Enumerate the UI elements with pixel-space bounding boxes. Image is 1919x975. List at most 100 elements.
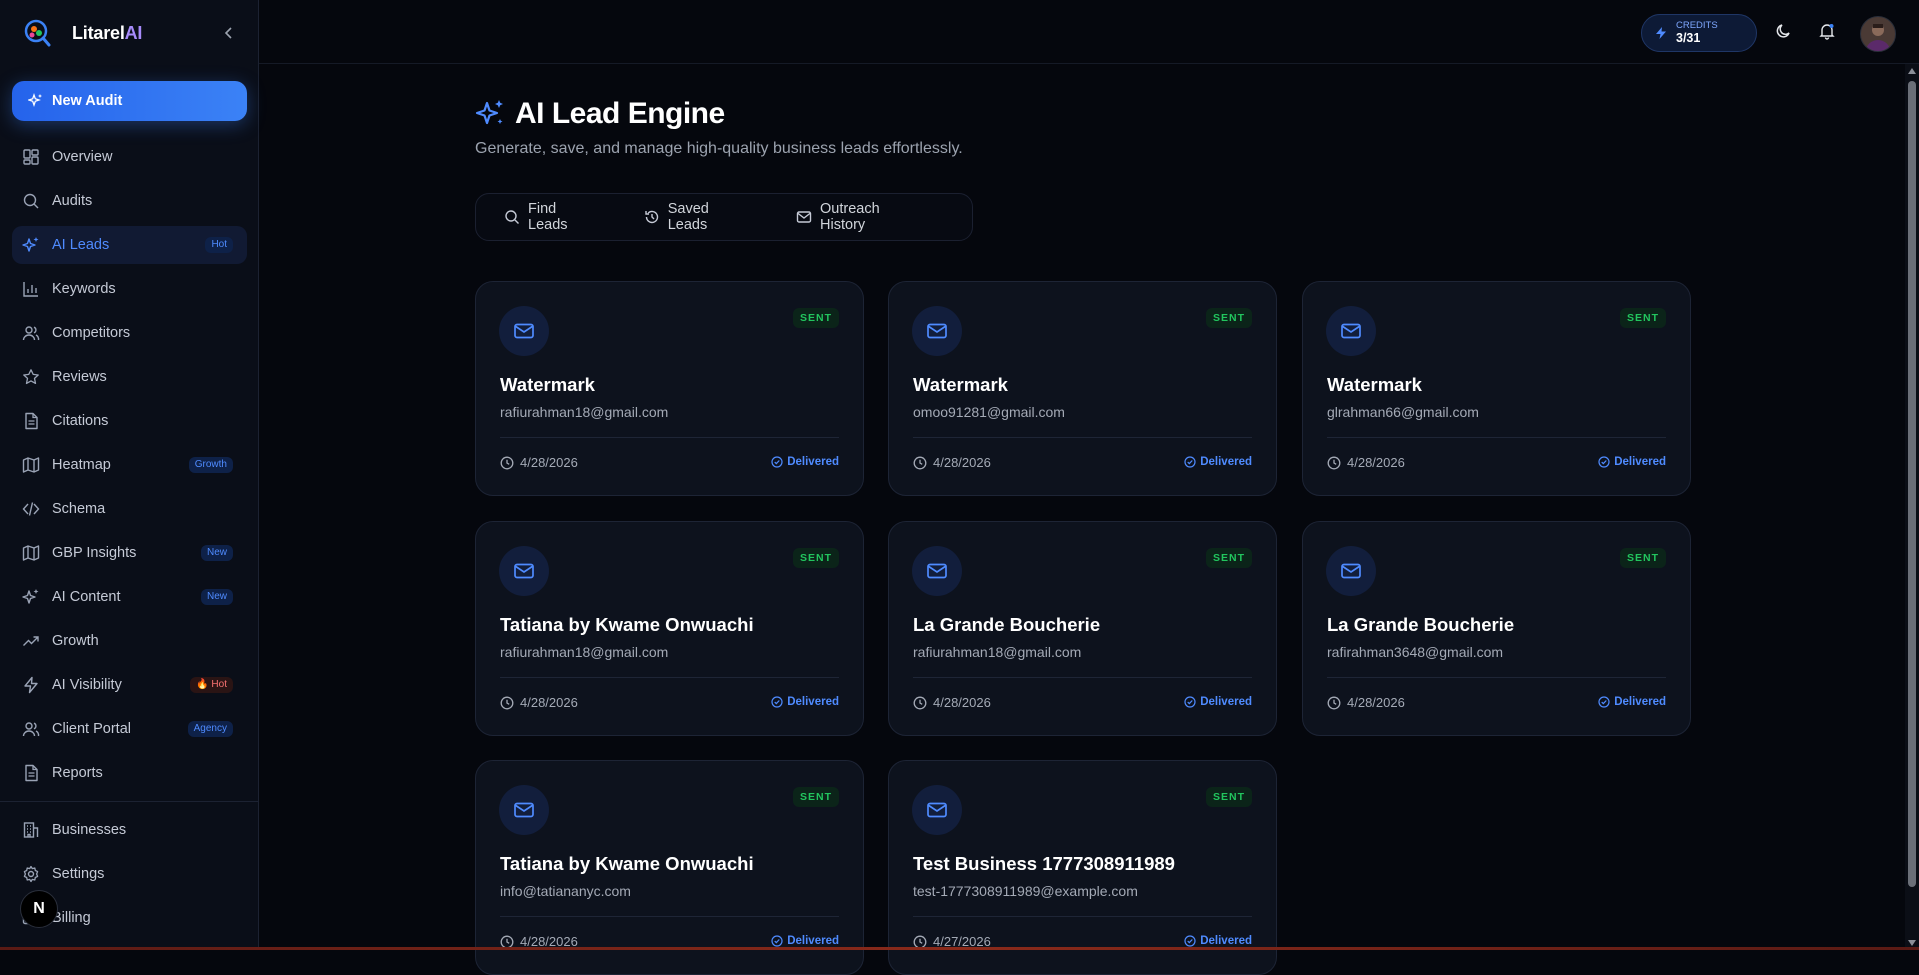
lead-card[interactable]: SENT Tatiana by Kwame Onwuachi info@tatian… [475, 760, 864, 975]
sidebar-item-ai-leads[interactable]: AI Leads Hot [12, 226, 247, 264]
lead-email: rafiurahman18@gmail.com [500, 644, 669, 660]
card-divider [913, 677, 1252, 678]
brand[interactable]: LitarelAI [22, 16, 142, 50]
sidebar-item-audits[interactable]: Audits [12, 182, 247, 220]
dev-tools-button[interactable]: N [20, 890, 58, 928]
scroll-down-arrow[interactable] [1908, 940, 1916, 946]
check-circle-icon [1598, 456, 1610, 468]
sidebar: LitarelAI New Audit Overview Audits AI Lea… [0, 0, 259, 950]
lead-name: Tatiana by Kwame Onwuachi [500, 853, 754, 874]
clock-icon [500, 696, 514, 710]
theme-toggle-button[interactable] [1775, 22, 1795, 42]
sidebar-item-client-portal[interactable]: Client Portal Agency [12, 710, 247, 748]
tab-find-leads[interactable]: Find Leads [504, 201, 598, 233]
credits-label: CREDITS [1676, 20, 1718, 31]
status-badge: SENT [1205, 548, 1252, 568]
star-icon [22, 368, 40, 386]
mail-icon [1326, 306, 1376, 356]
lead-email: rafiurahman18@gmail.com [913, 644, 1082, 660]
lead-name: Watermark [913, 374, 1008, 395]
lead-card[interactable]: SENT Tatiana by Kwame Onwuachi rafiurahman… [475, 521, 864, 736]
sidebar-item-ai-content[interactable]: AI Content New [12, 578, 247, 616]
tab-label: Outreach History [820, 201, 880, 233]
sidebar-item-overview[interactable]: Overview [12, 138, 247, 176]
sidebar-item-reports[interactable]: Reports [12, 754, 247, 792]
sidebar-item-label: Businesses [52, 822, 127, 838]
date-text: 4/28/2026 [1347, 695, 1405, 710]
lead-card[interactable]: SENT Watermark rafiurahman18@gmail.com 4/28… [475, 281, 864, 496]
new-audit-button[interactable]: New Audit [12, 81, 247, 121]
mail-icon [796, 209, 812, 225]
status-badge: SENT [792, 787, 839, 807]
status-text: Delivered [1200, 696, 1252, 708]
avatar[interactable] [1860, 16, 1896, 52]
lead-tabs: Find Leads Saved Leads Outreach History [475, 193, 973, 241]
grid-icon [22, 148, 40, 166]
sidebar-item-keywords[interactable]: Keywords [12, 270, 247, 308]
lead-email: glrahman66@gmail.com [1327, 404, 1479, 420]
nav-badge: New [200, 545, 233, 561]
sidebar-item-ai-visibility[interactable]: AI Visibility 🔥 Hot [12, 666, 247, 704]
sidebar-item-settings[interactable]: Settings [12, 855, 247, 893]
sidebar-item-reviews[interactable]: Reviews [12, 358, 247, 396]
sidebar-item-businesses[interactable]: Businesses [12, 811, 247, 849]
scrollbar-thumb[interactable] [1908, 81, 1916, 887]
delivery-status: Delivered [1184, 696, 1252, 708]
check-circle-icon [771, 935, 783, 947]
sidebar-item-label: AI Content [52, 589, 121, 605]
sidebar-item-label: Settings [52, 866, 105, 882]
lead-email: rafirahman3648@gmail.com [1327, 644, 1504, 660]
lead-card[interactable]: SENT Watermark glrahman66@gmail.com 4/28/20… [1302, 281, 1691, 496]
notifications-button[interactable] [1818, 22, 1838, 42]
date-text: 4/28/2026 [933, 695, 991, 710]
sidebar-item-growth[interactable]: Growth [12, 622, 247, 660]
clock-icon [1327, 456, 1341, 470]
check-circle-icon [1184, 696, 1196, 708]
nav-badge: Growth [188, 457, 233, 473]
card-divider [500, 437, 839, 438]
lead-card[interactable]: SENT Test Business 1777308911989 test-1777… [888, 760, 1277, 975]
clock-icon [913, 696, 927, 710]
status-text: Delivered [1614, 696, 1666, 708]
credits-badge[interactable]: CREDITS 3/31 [1641, 14, 1757, 52]
lead-name: Watermark [1327, 374, 1422, 395]
scroll-up-arrow[interactable] [1908, 68, 1916, 74]
lead-name: Tatiana by Kwame Onwuachi [500, 614, 754, 635]
mail-icon [499, 546, 549, 596]
lead-name: La Grande Boucherie [1327, 614, 1515, 635]
delivery-status: Delivered [771, 696, 839, 708]
nav-badge: 🔥 Hot [190, 677, 233, 693]
lead-email: test-1777308911989@example.com [913, 883, 1138, 899]
delivery-status: Delivered [1598, 696, 1666, 708]
tab-label: Saved Leads [667, 201, 709, 233]
card-divider [913, 437, 1252, 438]
sidebar-item-schema[interactable]: Schema [12, 490, 247, 528]
lead-date: 4/28/2026 [1327, 695, 1405, 710]
code-icon [22, 500, 40, 518]
sparkles-icon [22, 588, 40, 606]
lead-card[interactable]: SENT La Grande Boucherie rafiurahman18@gma… [888, 521, 1277, 736]
delivery-status: Delivered [1598, 456, 1666, 468]
sidebar-item-citations[interactable]: Citations [12, 402, 247, 440]
sidebar-item-gbp-insights[interactable]: GBP Insights New [12, 534, 247, 572]
lead-card[interactable]: SENT La Grande Boucherie rafirahman3648@gm… [1302, 521, 1691, 736]
scrollbar[interactable] [1905, 64, 1919, 950]
mail-icon [499, 785, 549, 835]
nav-badge: Hot [205, 237, 233, 253]
tab-outreach-history[interactable]: Outreach History [796, 201, 926, 233]
collapse-sidebar-button[interactable] [220, 24, 238, 42]
status-text: Delivered [1200, 935, 1252, 947]
sidebar-item-competitors[interactable]: Competitors [12, 314, 247, 352]
lead-date: 4/28/2026 [500, 695, 578, 710]
date-text: 4/28/2026 [520, 455, 578, 470]
sidebar-item-label: Growth [52, 633, 99, 649]
clock-icon [1327, 696, 1341, 710]
sidebar-item-heatmap[interactable]: Heatmap Growth [12, 446, 247, 484]
tab-saved-leads[interactable]: Saved Leads [644, 201, 750, 233]
trending-up-icon [22, 632, 40, 650]
status-text: Delivered [787, 456, 839, 468]
lead-card[interactable]: SENT Watermark omoo91281@gmail.com 4/28/202… [888, 281, 1277, 496]
sparkles-icon [475, 100, 503, 125]
sidebar-item-label: Keywords [52, 281, 116, 297]
card-divider [913, 916, 1252, 917]
